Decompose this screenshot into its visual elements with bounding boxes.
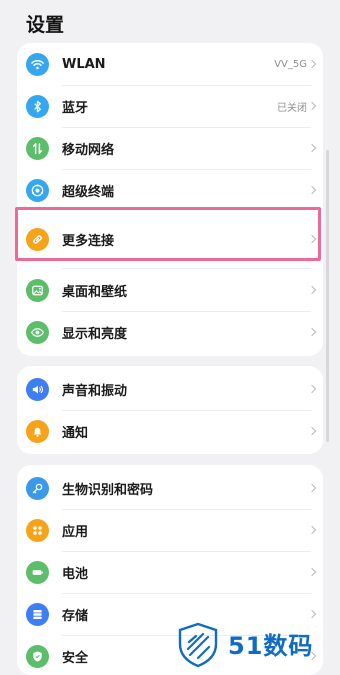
settings-item-label: 桌面和壁纸 [62,284,128,300]
settings-item-label: 电池 [62,566,89,582]
highlight-box [15,207,321,261]
settings-item-label: 显示和亮度 [62,326,128,342]
wifi-icon [26,52,49,76]
settings-item-wlan[interactable]: WLAN VV_5G [17,43,323,85]
settings-item-label: 安全 [62,650,89,666]
settings-item-bluetooth[interactable]: 蓝牙 已关闭 [17,85,323,127]
bluetooth-icon [26,94,49,118]
bluetooth-status: 已关闭 [277,102,307,114]
settings-item-battery[interactable]: 电池 [17,551,323,593]
settings-item-super-device[interactable]: 超级终端 [17,169,323,211]
storage-icon [26,602,49,626]
chevron-right-icon [307,384,317,394]
key-icon [26,476,49,500]
eye-icon [26,320,49,344]
settings-item-apps[interactable]: 应用 [17,509,323,551]
settings-item-label: 声音和振动 [62,383,128,399]
chevron-right-icon [307,185,317,195]
chevron-right-icon [307,426,317,436]
settings-item-label: 生物识别和密码 [62,482,154,498]
chevron-right-icon [307,101,317,111]
settings-item-display[interactable]: 显示和亮度 [17,311,323,353]
settings-item-mobile-network[interactable]: 移动网络 [17,127,323,169]
apps-grid-icon [26,518,49,542]
watermark-shield-logo [178,622,218,668]
chevron-right-icon [307,143,317,153]
settings-item-label: 通知 [62,425,89,441]
shield-icon [26,644,49,668]
chevron-right-icon [307,327,317,337]
watermark-text: 51数码 [228,632,314,660]
page-title: 设置 [26,14,65,36]
settings-item-label: WLAN [62,56,106,72]
super-device-icon [26,178,49,202]
settings-item-label: 超级终端 [62,184,115,200]
settings-item-biometrics[interactable]: 生物识别和密码 [17,467,323,509]
bell-icon [26,419,49,443]
battery-icon [26,560,49,584]
settings-item-label: 应用 [62,524,89,540]
watermark: 51数码 [176,620,336,669]
chevron-right-icon [307,525,317,535]
settings-item-label: 移动网络 [62,142,115,158]
settings-group-sound-notifications: 声音和振动 通知 [17,366,323,454]
wallpaper-icon [26,278,49,302]
settings-group-connectivity: WLAN VV_5G 蓝牙 已关闭 移动网络 超级终端 更多连接 桌面和壁纸 显… [17,43,323,356]
wlan-network-name: VV_5G [274,58,307,70]
chevron-right-icon [307,59,317,69]
settings-item-wallpaper[interactable]: 桌面和壁纸 [17,269,323,311]
scrollbar[interactable] [326,150,329,442]
settings-item-label: 蓝牙 [62,100,89,116]
chevron-right-icon [307,285,317,295]
mobile-network-icon [26,136,49,160]
settings-item-notifications[interactable]: 通知 [17,410,323,452]
settings-item-label: 存储 [62,608,89,624]
chevron-right-icon [307,483,317,493]
chevron-right-icon [307,609,317,619]
speaker-icon [26,377,49,401]
chevron-right-icon [307,567,317,577]
settings-item-sound[interactable]: 声音和振动 [17,368,323,410]
